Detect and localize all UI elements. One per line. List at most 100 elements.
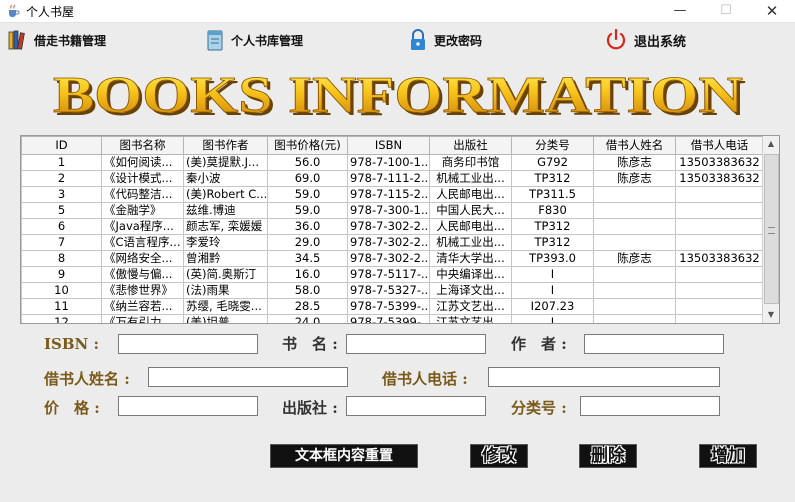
table-cell: 《悲惨世界》 — [101, 282, 184, 299]
modify-button[interactable]: 修改 — [470, 444, 528, 468]
column-header[interactable]: ISBN — [347, 136, 430, 155]
menu-borrow-management[interactable]: 借走书籍管理 — [8, 28, 106, 52]
table-cell: 978-7-5399-... — [347, 298, 430, 315]
table-cell: 商务印书馆 — [429, 154, 512, 171]
table-cell — [675, 186, 764, 203]
isbn-input[interactable] — [118, 334, 258, 354]
table-cell: TP312 — [511, 234, 594, 251]
column-header[interactable]: 出版社 — [429, 136, 512, 155]
publisher-label: 出版社 : — [282, 399, 338, 417]
table-cell: 69.0 — [267, 170, 348, 187]
isbn-label: ISBN : — [44, 335, 99, 353]
column-header[interactable]: 借书人姓名 — [593, 136, 676, 155]
table-cell: 上海译文出... — [429, 282, 512, 299]
table-cell — [593, 234, 676, 251]
table-cell: 8 — [21, 250, 102, 267]
title-input[interactable] — [346, 334, 486, 354]
table-cell: TP311.5 — [511, 186, 594, 203]
column-header[interactable]: ID — [21, 136, 102, 155]
table-cell: 12 — [21, 314, 102, 323]
table-cell: TP312 — [511, 170, 594, 187]
table-row[interactable]: 5 《金融学》 兹维.博迪 59.0 978-7-300-1... 中国人民大... F83… — [21, 202, 764, 219]
table-cell: 中国人民大... — [429, 202, 512, 219]
books-icon — [8, 30, 25, 50]
table-cell: (美)Robert C... — [183, 186, 268, 203]
column-header[interactable]: 借书人电话 — [675, 136, 764, 155]
column-header[interactable]: 图书名称 — [101, 136, 184, 155]
class-label: 分类号 : — [511, 399, 567, 417]
phone-input[interactable] — [488, 367, 720, 387]
close-button[interactable]: ✕ — [749, 0, 795, 22]
table-cell: I — [511, 266, 594, 283]
menu-exit-system[interactable]: 退出系统 — [604, 28, 686, 52]
table-cell: 58.0 — [267, 282, 348, 299]
author-input[interactable] — [584, 334, 724, 354]
table-cell: 《如何阅读... — [101, 154, 184, 171]
table-cell — [675, 282, 764, 299]
phone-label: 借书人电话 : — [382, 370, 468, 388]
banner-text: BOOKS INFORMATION — [53, 67, 743, 124]
books-table-grid: ID 图书名称 图书作者 图书价格(元) ISBN 出版社 分类号 借书人姓名 借书人电话 1 《… — [21, 136, 764, 323]
table-cell: 秦小波 — [183, 170, 268, 187]
table-cell: 6 — [21, 218, 102, 235]
java-cup-icon — [9, 4, 20, 17]
scroll-thumb[interactable] — [764, 154, 779, 304]
menu-change-password[interactable]: 更改密码 — [408, 28, 482, 52]
borrower-label: 借书人姓名 : — [44, 370, 130, 388]
table-row[interactable]: 6 《Java程序... 颜志军, 栾媛媛 36.0 978-7-302-2... 人民邮… — [21, 218, 764, 235]
table-cell — [675, 218, 764, 235]
table-cell: (英)简.奥斯汀 — [183, 266, 268, 283]
table-cell — [593, 266, 676, 283]
table-cell: 978-7-302-2... — [347, 234, 430, 251]
table-cell: 13503383632 — [675, 250, 764, 267]
scroll-down-arrow-icon[interactable]: ▼ — [763, 307, 779, 323]
maximize-button[interactable]: ☐ — [703, 0, 749, 22]
table-cell: 59.0 — [267, 202, 348, 219]
table-cell — [675, 266, 764, 283]
table-cell: 《C语言程序... — [101, 234, 184, 251]
power-icon — [606, 29, 626, 50]
borrower-input[interactable] — [148, 367, 348, 387]
table-row[interactable]: 8 《网络安全... 曾湘黔 34.5 978-7-302-2... 清华大学出... TP… — [21, 250, 764, 267]
table-cell: F830 — [511, 202, 594, 219]
scroll-up-arrow-icon[interactable]: ▲ — [763, 136, 779, 152]
table-cell: 《金融学》 — [101, 202, 184, 219]
menu-library-management[interactable]: 个人书库管理 — [205, 28, 303, 52]
table-cell: 978-7-5327-... — [347, 282, 430, 299]
column-header[interactable]: 图书作者 — [183, 136, 268, 155]
table-cell — [593, 218, 676, 235]
table-cell: 人民邮电出... — [429, 186, 512, 203]
menu-borrow-label: 借走书籍管理 — [34, 33, 107, 48]
table-row[interactable]: 3 《代码整洁... (美)Robert C... 59.0 978-7-115-2..… — [21, 186, 764, 203]
table-row[interactable]: 12 《万有引力... (美)坦普... 24.0 978-7-5399-... 江苏文艺… — [21, 314, 764, 323]
table-cell: 24.0 — [267, 314, 348, 323]
class-input[interactable] — [580, 396, 720, 416]
publisher-input[interactable] — [346, 396, 486, 416]
table-cell: 中央编译出... — [429, 266, 512, 283]
table-row[interactable]: 2 《设计模式... 秦小波 69.0 978-7-111-2... 机械工业出... TP… — [21, 170, 764, 187]
add-button[interactable]: 增加 — [699, 444, 757, 468]
column-header[interactable]: 图书价格(元) — [267, 136, 348, 155]
table-cell: 34.5 — [267, 250, 348, 267]
table-cell: 29.0 — [267, 234, 348, 251]
price-label: 价 格 : — [44, 399, 100, 417]
table-row[interactable]: 11 《纳兰容若... 苏缨, 毛晓雯... 28.5 978-7-5399-... 江苏… — [21, 298, 764, 315]
table-cell: 人民邮电出... — [429, 218, 512, 235]
price-input[interactable] — [118, 396, 258, 416]
table-scrollbar[interactable]: ▲ ▼ — [762, 136, 779, 323]
reset-button[interactable]: 文本框内容重置 — [270, 444, 418, 468]
table-row[interactable]: 10 《悲惨世界》 (法)雨果 58.0 978-7-5327-... 上海译文出... I — [21, 282, 764, 299]
column-header[interactable]: 分类号 — [511, 136, 594, 155]
table-cell — [593, 282, 676, 299]
table-cell: TP312 — [511, 218, 594, 235]
table-cell: 978-7-5399-... — [347, 314, 430, 323]
table-row[interactable]: 7 《C语言程序... 李爱玲 29.0 978-7-302-2... 机械工业出... T… — [21, 234, 764, 251]
delete-button[interactable]: 删除 — [579, 444, 637, 468]
table-cell — [593, 298, 676, 315]
table-cell — [675, 202, 764, 219]
table-cell: 《设计模式... — [101, 170, 184, 187]
minimize-button[interactable]: — — [657, 0, 703, 22]
table-row[interactable]: 1 《如何阅读... (美)莫提默.J... 56.0 978-7-100-1... 商务… — [21, 154, 764, 171]
books-table[interactable]: ID 图书名称 图书作者 图书价格(元) ISBN 出版社 分类号 借书人姓名 借书人电话 1 《… — [20, 135, 780, 324]
table-row[interactable]: 9 《傲慢与偏... (英)简.奥斯汀 16.0 978-7-5117-... 中央编译出… — [21, 266, 764, 283]
